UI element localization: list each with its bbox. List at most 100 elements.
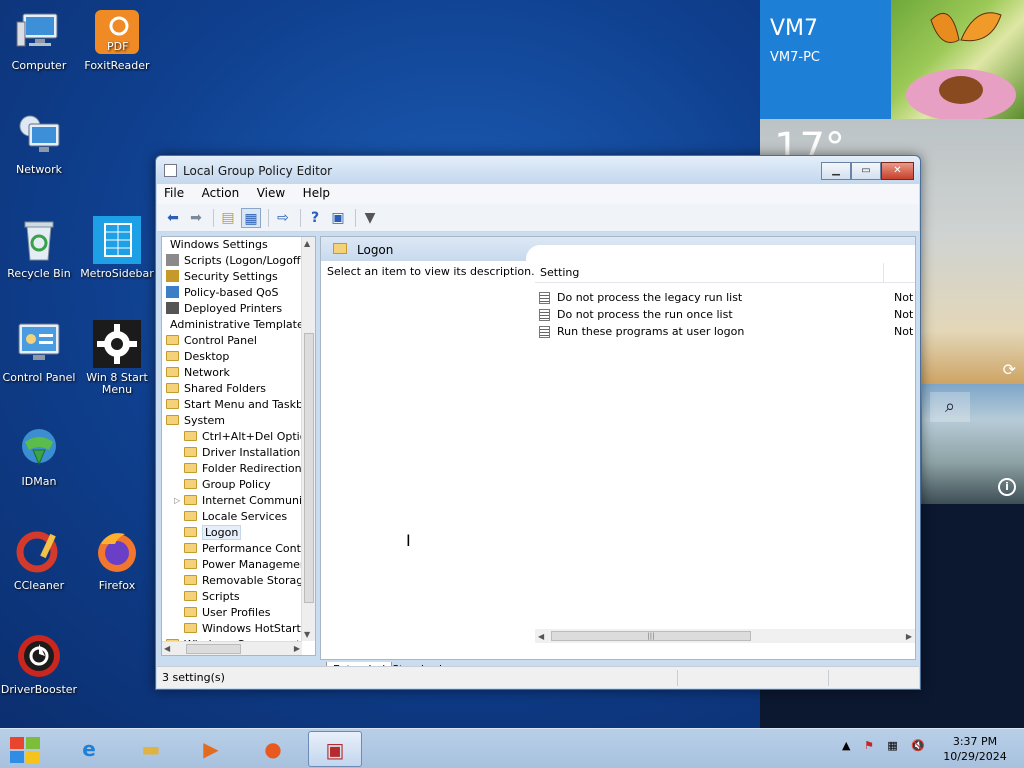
- owl-photo-tile[interactable]: ⌕ i: [922, 384, 1024, 504]
- volume-muted-icon[interactable]: 🔇: [911, 739, 925, 752]
- forward-icon[interactable]: ➡: [186, 208, 206, 228]
- policy-setting-icon: [539, 292, 550, 304]
- menu-action[interactable]: Action: [195, 184, 247, 202]
- tree-node[interactable]: Administrative Templates: [162, 317, 302, 333]
- action-center-flag-icon[interactable]: ⚑: [864, 739, 874, 752]
- taskbar-internet-explorer[interactable]: e: [62, 731, 116, 767]
- filter-icon[interactable]: ▼: [360, 208, 380, 228]
- user-name: VM7: [770, 16, 819, 41]
- start-button[interactable]: [8, 735, 42, 765]
- refresh-icon[interactable]: ⟳: [1003, 360, 1016, 379]
- scroll-up-icon[interactable]: ▲: [304, 239, 310, 248]
- tree-node[interactable]: Performance Control: [162, 541, 302, 557]
- taskbar-file-explorer[interactable]: ▬: [124, 731, 178, 767]
- tree-node[interactable]: Deployed Printers: [162, 301, 302, 317]
- desktop-icon-computer[interactable]: Computer: [0, 8, 78, 72]
- butterfly-photo-tile[interactable]: [891, 0, 1024, 119]
- setting-row[interactable]: Run these programs at user logon Not: [539, 323, 917, 340]
- tree-node[interactable]: Folder Redirection: [162, 461, 302, 477]
- scroll-left-icon[interactable]: ◀: [164, 644, 170, 653]
- taskbar-group-policy-editor[interactable]: ▣: [308, 731, 362, 767]
- tree-node[interactable]: Power Management: [162, 557, 302, 573]
- tree-node[interactable]: Scripts (Logon/Logoff): [162, 253, 302, 269]
- tree-node[interactable]: Control Panel: [162, 333, 302, 349]
- show-hidden-icons-chevron[interactable]: ▲: [842, 739, 850, 752]
- maximize-button[interactable]: ▭: [851, 162, 881, 180]
- navigation-tree[interactable]: Windows Settings Scripts (Logon/Logoff) Se…: [161, 236, 316, 656]
- tree-node[interactable]: Start Menu and Taskbar: [162, 397, 302, 413]
- tree-node[interactable]: Desktop: [162, 349, 302, 365]
- setting-row[interactable]: Do not process the run once list Not: [539, 306, 917, 323]
- folder-icon: [184, 559, 197, 569]
- close-button[interactable]: ✕: [881, 162, 914, 180]
- info-icon[interactable]: i: [998, 478, 1016, 496]
- tree-node[interactable]: Policy-based QoS: [162, 285, 302, 301]
- taskbar-media-player[interactable]: ▶: [184, 731, 238, 767]
- desktop-icon-idman[interactable]: IDMan: [0, 424, 78, 488]
- desktop-icon-label: Computer: [11, 59, 67, 72]
- scroll-left-icon[interactable]: ◀: [538, 632, 544, 641]
- up-folder-icon[interactable]: ▤: [218, 208, 238, 228]
- tree-node[interactable]: Windows Settings: [162, 237, 302, 253]
- folder-icon: [184, 431, 197, 441]
- column-separator[interactable]: [883, 263, 884, 283]
- tree-vertical-scrollbar[interactable]: ▲ ▼: [301, 237, 315, 641]
- menu-view[interactable]: View: [250, 184, 292, 202]
- folder-icon: [184, 591, 197, 601]
- expand-arrow-icon[interactable]: ▷: [174, 493, 180, 509]
- tree-node[interactable]: System: [162, 413, 302, 429]
- menu-help[interactable]: Help: [296, 184, 337, 202]
- tree-node[interactable]: Group Policy: [162, 477, 302, 493]
- tree-node[interactable]: Locale Services: [162, 509, 302, 525]
- minimize-button[interactable]: ▁: [821, 162, 851, 180]
- desktop-icon-recycle-bin[interactable]: Recycle Bin: [0, 216, 78, 280]
- user-tile[interactable]: VM7 VM7-PC: [760, 0, 891, 119]
- taskbar-firefox[interactable]: ●: [246, 731, 300, 767]
- tree-node[interactable]: ▷ Internet Communication: [162, 493, 302, 509]
- desktop-icon-driverbooster[interactable]: DriverBooster: [0, 632, 78, 696]
- desktop-icon-ccleaner[interactable]: CCleaner: [0, 528, 78, 592]
- tree-hscroll-thumb[interactable]: [186, 644, 241, 654]
- scroll-right-icon[interactable]: ▶: [906, 632, 912, 641]
- column-setting[interactable]: Setting: [540, 266, 579, 279]
- tree-scroll-thumb[interactable]: [304, 333, 314, 603]
- tree-node[interactable]: Shared Folders: [162, 381, 302, 397]
- folder-icon: [184, 511, 197, 521]
- network-icon[interactable]: ▦: [887, 739, 897, 752]
- ccleaner-icon: [15, 528, 63, 576]
- tree-node[interactable]: Driver Installation: [162, 445, 302, 461]
- menu-file[interactable]: File: [157, 184, 191, 202]
- details-horizontal-scrollbar[interactable]: ◀ ||| ▶: [535, 629, 915, 643]
- show-hide-tree-icon[interactable]: ▦: [241, 207, 261, 228]
- properties-icon[interactable]: ▣: [328, 208, 348, 228]
- group-policy-editor-window[interactable]: Local Group Policy Editor ▁ ▭ ✕ File Act…: [155, 155, 921, 690]
- tree-node[interactable]: Security Settings: [162, 269, 302, 285]
- scroll-right-icon[interactable]: ▶: [294, 644, 300, 653]
- scroll-down-icon[interactable]: ▼: [304, 630, 310, 639]
- toolbar-separator: [268, 208, 269, 227]
- clock[interactable]: 3:37 PM 10/29/2024: [940, 734, 1010, 764]
- tree-node[interactable]: Network: [162, 365, 302, 381]
- tree-node[interactable]: Logon: [162, 525, 302, 541]
- tree-node[interactable]: Scripts: [162, 589, 302, 605]
- desktop-icon-network[interactable]: Network: [0, 112, 78, 176]
- setting-row[interactable]: Do not process the legacy run list Not: [539, 289, 917, 306]
- desktop-icon-firefox[interactable]: Firefox: [78, 528, 156, 592]
- help-icon[interactable]: ?: [305, 208, 325, 228]
- search-icon[interactable]: ⌕: [930, 392, 970, 422]
- desktop-icon-metrosidebar[interactable]: MetroSidebar: [78, 216, 156, 280]
- tree-node[interactable]: Windows HotStart: [162, 621, 302, 637]
- title-bar[interactable]: Local Group Policy Editor ▁ ▭ ✕: [156, 156, 920, 184]
- tree-node[interactable]: Ctrl+Alt+Del Options: [162, 429, 302, 445]
- desktop-icon-win8-start-menu[interactable]: Win 8 Start Menu: [78, 320, 156, 396]
- export-list-icon[interactable]: ⇨: [273, 208, 293, 228]
- tree-horizontal-scrollbar[interactable]: ◀ ▶: [162, 641, 302, 655]
- desktop-icon-control-panel[interactable]: Control Panel: [0, 320, 78, 384]
- tree-node[interactable]: User Profiles: [162, 605, 302, 621]
- back-icon[interactable]: ⬅: [163, 208, 183, 228]
- desktop-icon-foxitreader[interactable]: PDF FoxitReader: [78, 8, 156, 72]
- desktop-icon-label: Control Panel: [2, 371, 76, 384]
- desktop-icon-label: DriverBooster: [0, 683, 78, 696]
- tree-node[interactable]: Removable Storage: [162, 573, 302, 589]
- details-scroll-thumb[interactable]: |||: [551, 631, 751, 641]
